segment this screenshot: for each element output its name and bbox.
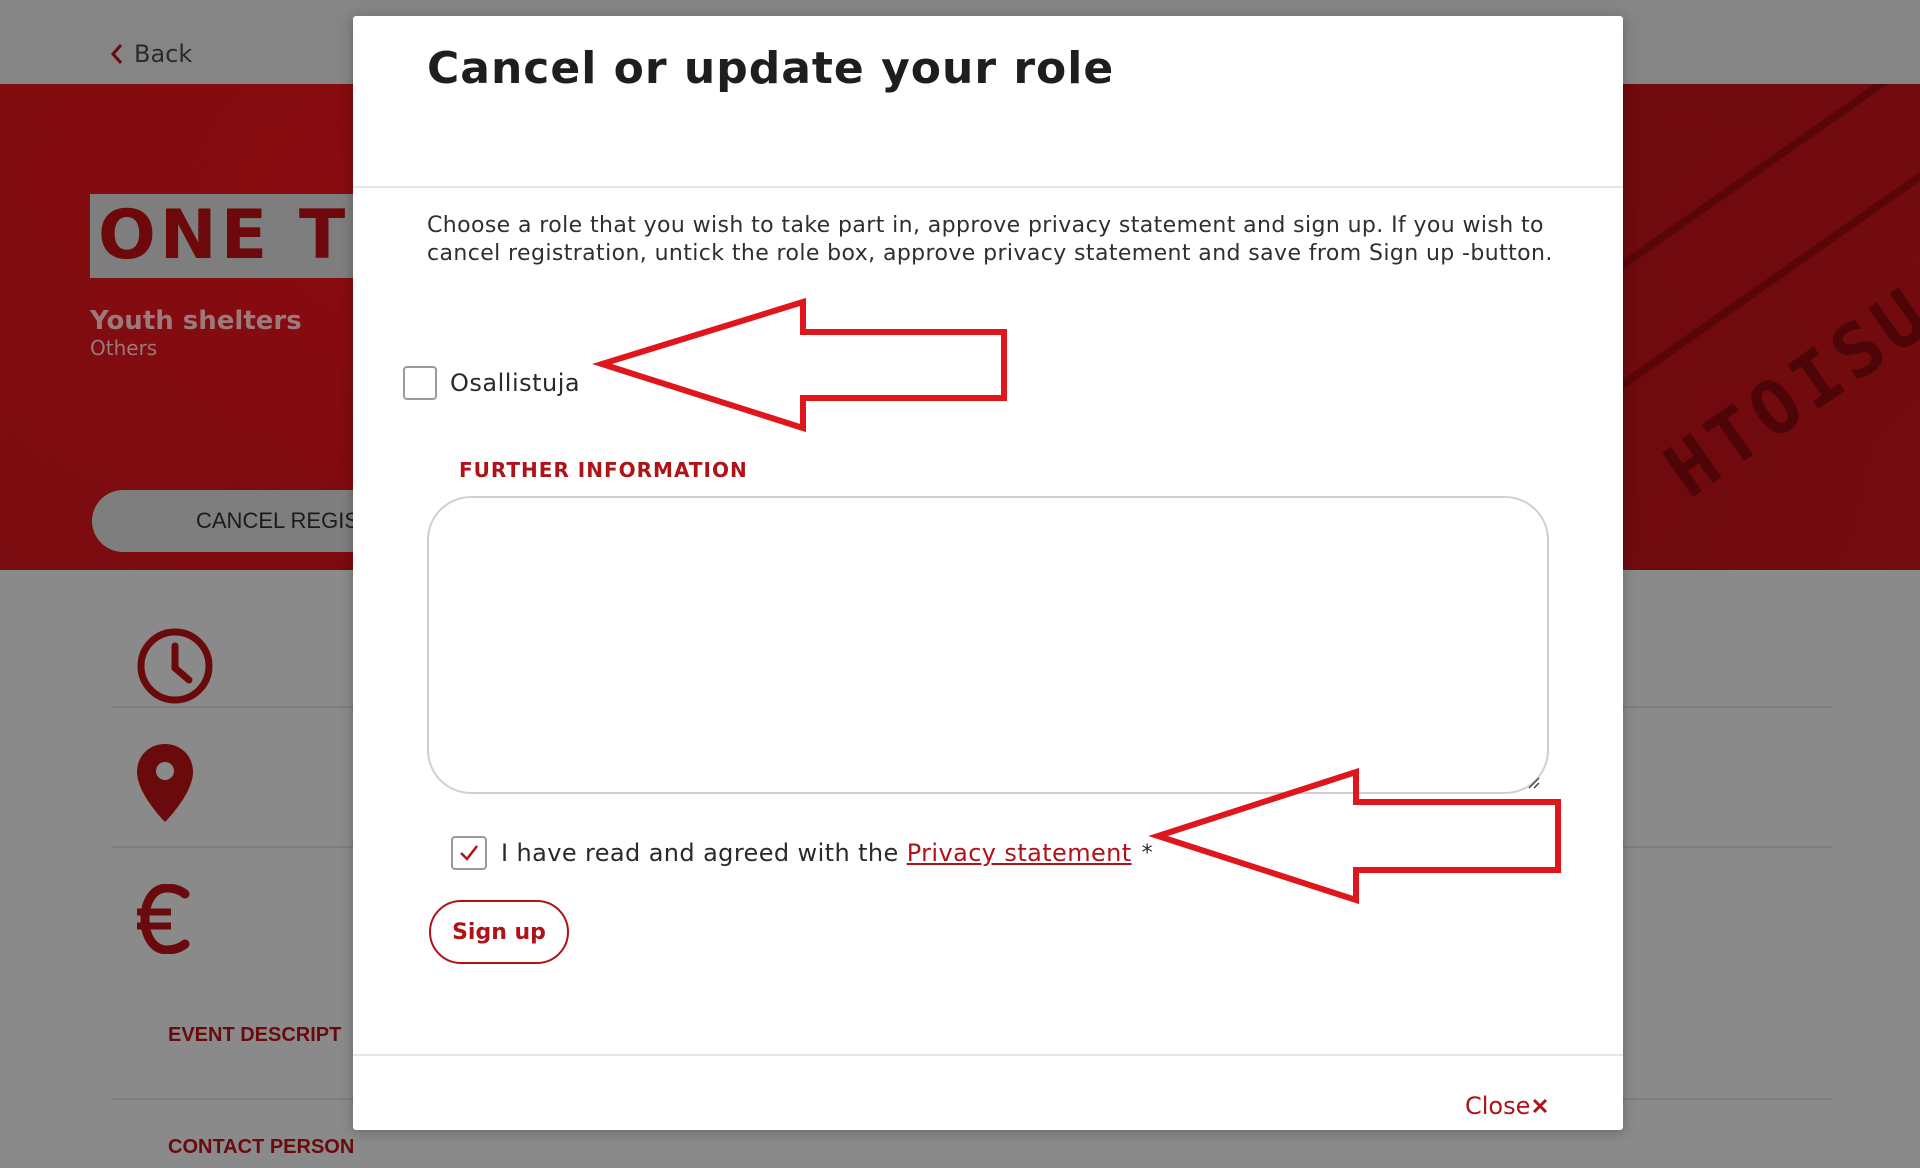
modal-title: Cancel or update your role <box>427 43 1115 94</box>
arrow-to-privacy-checkbox <box>1148 767 1561 905</box>
further-info-textarea[interactable] <box>427 496 1549 794</box>
privacy-statement-link[interactable]: Privacy statement <box>907 839 1132 867</box>
chevron-left-icon <box>110 44 123 64</box>
location-pin-icon <box>137 744 193 822</box>
clock-icon <box>137 628 213 704</box>
update-role-modal: Cancel or update your role Choose a role… <box>353 16 1623 1130</box>
event-subtitle: Youth shelters <box>90 306 302 336</box>
sign-up-button[interactable]: Sign up <box>429 900 569 964</box>
modal-description: Choose a role that you wish to take part… <box>427 213 1553 266</box>
event-title: ONE T <box>90 194 358 278</box>
role-checkbox[interactable] <box>403 366 437 400</box>
close-label: Close <box>1465 1092 1531 1120</box>
role-label: Osallistuja <box>450 369 581 397</box>
privacy-consent: I have read and agreed with the Privacy … <box>451 836 1153 870</box>
close-icon <box>1533 1098 1548 1114</box>
arrow-to-role-checkbox <box>591 297 1007 433</box>
section-contact-person[interactable]: CONTACT PERSON <box>168 1136 354 1159</box>
back-link[interactable]: Back <box>110 40 192 68</box>
close-button[interactable]: Close <box>1465 1092 1548 1120</box>
back-label: Back <box>134 40 193 68</box>
section-event-description[interactable]: EVENT DESCRIPT <box>168 1024 341 1047</box>
further-info-label: FURTHER INFORMATION <box>459 458 748 482</box>
checkmark-icon <box>460 845 478 861</box>
privacy-text: I have read and agreed with the <box>501 839 899 867</box>
modal-header-divider <box>353 186 1623 188</box>
role-option[interactable]: Osallistuja <box>403 366 580 400</box>
privacy-checkbox[interactable] <box>451 836 487 870</box>
euro-icon <box>137 884 190 954</box>
event-category: Others <box>90 336 158 360</box>
modal-footer-divider <box>353 1054 1623 1056</box>
